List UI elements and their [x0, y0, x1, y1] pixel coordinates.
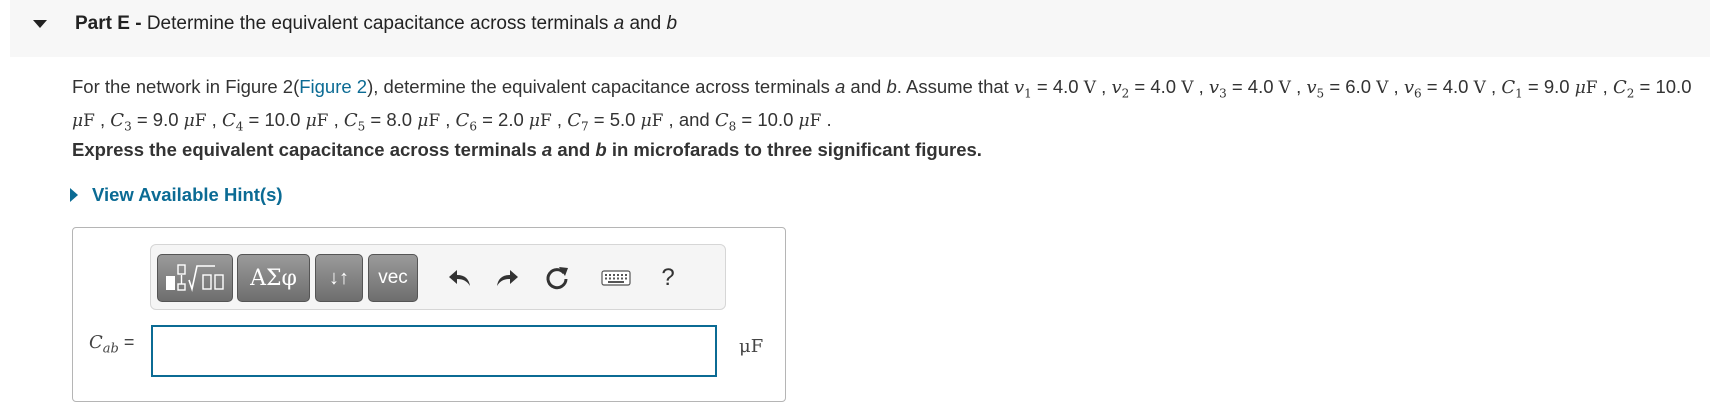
greek-label: ΑΣφ: [250, 265, 297, 291]
given-value-c8: C8 = 10.0 μF: [714, 108, 822, 134]
help-button[interactable]: ?: [649, 257, 687, 299]
reset-button[interactable]: [538, 257, 576, 299]
problem-assume: . Assume that: [896, 76, 1014, 97]
given-value-v6: v6 = 4.0 V: [1403, 76, 1486, 101]
given-value-c6: C6 = 2.0 μF: [455, 108, 552, 134]
given-value-c1: C1 = 9.0 μF: [1501, 76, 1598, 101]
templates-button[interactable]: [157, 254, 233, 302]
problem-and: and: [845, 76, 887, 97]
collapse-caret-icon[interactable]: [33, 20, 47, 28]
answer-subscript: ab: [102, 341, 119, 357]
part-label: Part E -: [75, 13, 142, 34]
answer-units: μF: [739, 336, 764, 357]
undo-button[interactable]: [441, 257, 479, 299]
part-title-text: Determine the equivalent capacitance acr…: [146, 13, 614, 34]
problem-after-link: ), determine the equivalent capacitance …: [367, 76, 835, 97]
and-word: and: [673, 108, 715, 130]
terminal-a: a: [613, 13, 625, 34]
problem-end: .: [821, 108, 832, 130]
view-hints-link[interactable]: View Available Hint(s): [70, 184, 283, 206]
answer-input[interactable]: [151, 325, 717, 377]
express-and: and: [552, 139, 596, 160]
answer-label: Cab =: [89, 332, 134, 357]
keyboard-icon: [601, 270, 631, 286]
express-instruction: Express the equivalent capacitance acros…: [72, 139, 982, 161]
given-value-c5: C5 = 8.0 μF: [343, 108, 441, 134]
problem-terminal-b: b: [886, 76, 897, 97]
given-value-c4: C4 = 10.0 μF: [221, 108, 329, 134]
hint-label: View Available Hint(s): [92, 184, 283, 205]
templates-icon: [166, 264, 224, 293]
express-b: b: [595, 139, 607, 160]
greek-symbols-button[interactable]: ΑΣφ: [237, 254, 310, 302]
caret-right-icon: [70, 188, 78, 202]
problem-terminal-a: a: [834, 76, 846, 97]
answer-box: ΑΣφ ↓↑ vec ? Cab = μF: [72, 227, 786, 402]
math-toolbar: ΑΣφ ↓↑ vec ?: [150, 244, 726, 310]
help-label: ?: [661, 264, 675, 291]
part-title-and: and: [624, 13, 667, 34]
part-title: Part E - Determine the equivalent capaci…: [75, 13, 677, 35]
given-value-v3: v3 = 4.0 V: [1208, 76, 1291, 101]
figure-link[interactable]: Figure 2: [299, 76, 367, 97]
keyboard-button[interactable]: [596, 257, 636, 299]
vector-button[interactable]: vec: [368, 254, 418, 302]
vec-label: vec: [378, 267, 408, 288]
swap-label: ↓↑: [329, 266, 349, 289]
express-a: a: [541, 139, 553, 160]
reset-icon: [546, 267, 568, 290]
express-pre: Express the equivalent capacitance acros…: [72, 139, 542, 160]
given-value-c7: C7 = 5.0 μF: [567, 108, 664, 134]
redo-icon: [497, 270, 518, 286]
terminal-b: b: [666, 13, 678, 34]
subscript-superscript-button[interactable]: ↓↑: [315, 254, 363, 302]
given-value-v5: v5 = 6.0 V: [1306, 76, 1389, 101]
given-value-v2: v2 = 4.0 V: [1111, 76, 1194, 101]
answer-symbol: C: [89, 332, 103, 353]
redo-button[interactable]: [488, 257, 526, 299]
express-post: in microfarads to three significant figu…: [606, 139, 982, 160]
given-value-c3: C3 = 9.0 μF: [110, 108, 207, 134]
problem-statement: For the network in Figure 2(Figure 2), d…: [72, 74, 1704, 139]
given-value-v1: v1 = 4.0 V: [1013, 76, 1097, 101]
answer-equals: =: [118, 332, 135, 352]
undo-icon: [449, 270, 470, 286]
problem-intro: For the network in Figure 2(: [72, 76, 300, 97]
